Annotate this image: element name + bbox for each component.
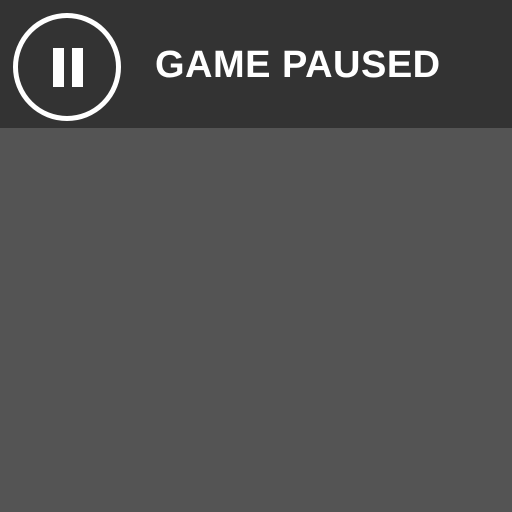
game-screen: GAME PAUSED <box>0 0 512 512</box>
pause-header-bar: GAME PAUSED <box>0 0 512 128</box>
game-area <box>0 128 512 512</box>
pause-icon-left-bar <box>53 48 64 87</box>
pause-icon <box>18 18 116 116</box>
pause-button[interactable] <box>13 13 121 121</box>
game-paused-title: GAME PAUSED <box>155 44 441 86</box>
pause-icon-right-bar <box>72 48 83 87</box>
